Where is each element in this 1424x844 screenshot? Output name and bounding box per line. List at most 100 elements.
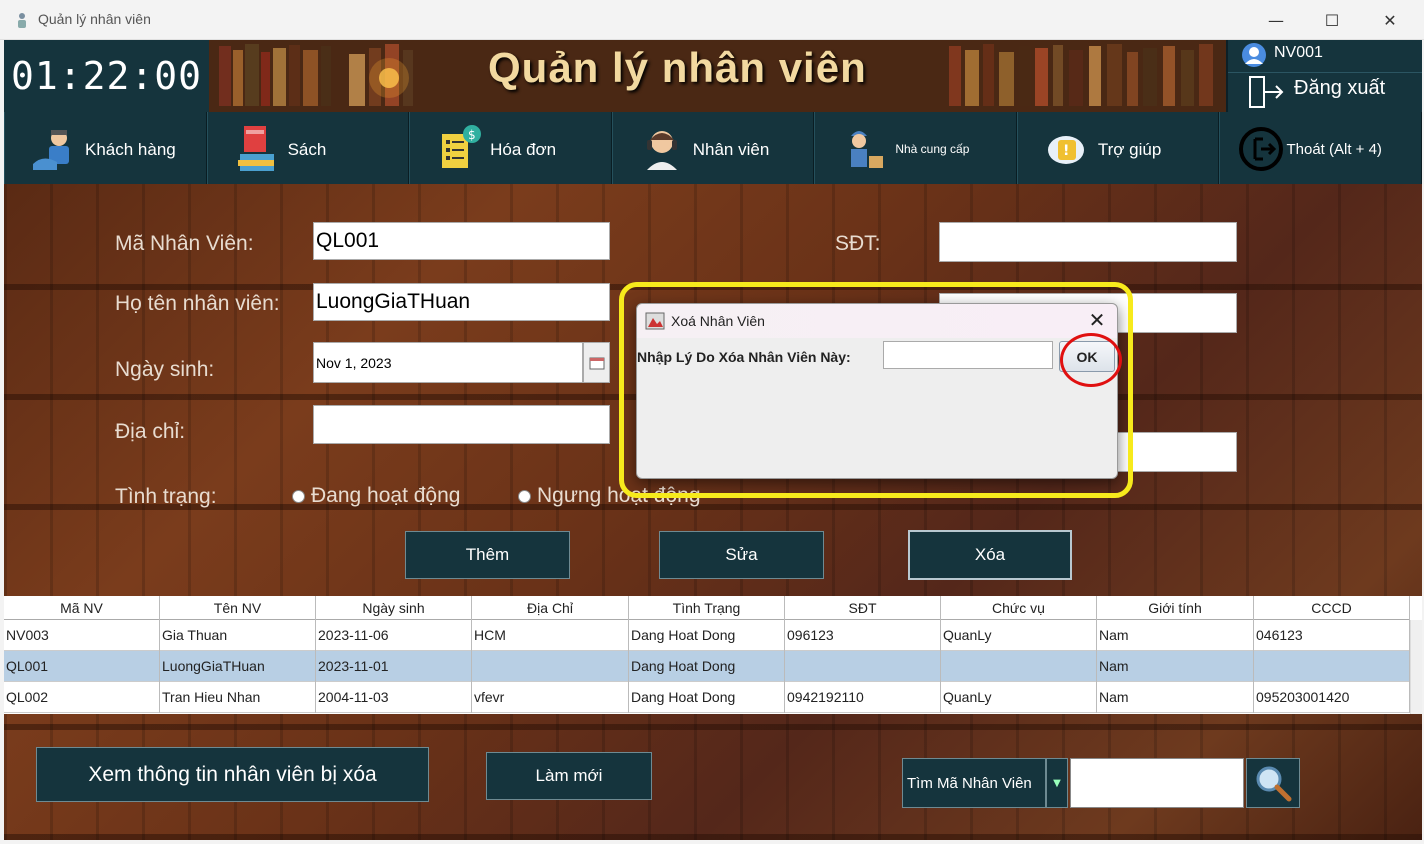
table-cell: QuanLy <box>941 682 1097 713</box>
employee-icon <box>646 131 677 170</box>
table-cell: Nam <box>1097 620 1254 651</box>
column-header[interactable]: Mã NV <box>4 596 160 620</box>
svg-text:!: ! <box>1063 143 1069 159</box>
logout-label: Đăng xuất <box>1294 77 1386 99</box>
table-cell: 2023-11-06 <box>316 620 472 651</box>
table-cell: Dang Hoat Dong <box>629 651 785 682</box>
sdt-input[interactable] <box>939 222 1237 262</box>
ho-ten-label: Họ tên nhân viên: <box>115 292 280 315</box>
chevron-down-icon[interactable]: ▼ <box>1046 758 1068 808</box>
table-cell: Gia Thuan <box>160 620 316 651</box>
add-button[interactable]: Thêm <box>405 531 570 579</box>
table-cell: Dang Hoat Dong <box>629 620 785 651</box>
menu-label: Khách hàng <box>85 140 176 159</box>
search-type-select[interactable]: Tìm Mã Nhân Viên <box>902 758 1046 808</box>
table-cell <box>472 651 629 682</box>
dialog-titlebar: Xoá Nhân Viên <box>637 304 1117 338</box>
dia-chi-input[interactable] <box>313 405 610 444</box>
maximize-button[interactable]: ☐ <box>1304 0 1360 40</box>
column-header[interactable]: CCCD <box>1254 596 1410 620</box>
java-app-icon <box>645 312 665 330</box>
table-cell: 0942192110 <box>785 682 941 713</box>
column-header[interactable]: Giới tính <box>1097 596 1254 620</box>
window-titlebar: Quản lý nhân viên — ☐ ✕ <box>0 0 1424 40</box>
menu-item-tro-giup[interactable]: ! Trợ giúp <box>1016 112 1220 184</box>
dialog-prompt: Nhập Lý Do Xóa Nhân Viên Này: <box>637 349 851 365</box>
main-menu: Khách hàng Sách $ Hóa đơn Nhân viên Nhà … <box>4 112 1423 184</box>
table-cell: QuanLy <box>941 620 1097 651</box>
menu-label: Nhân viên <box>692 140 770 159</box>
status-inactive-radio[interactable]: Ngưng hoạt động <box>518 484 701 508</box>
column-header[interactable]: Chức vụ <box>941 596 1097 620</box>
table-cell: NV003 <box>4 620 160 651</box>
table-row-selected[interactable]: QL001 LuongGiaTHuan 2023-11-01 Dang Hoat… <box>4 651 1410 682</box>
refresh-button[interactable]: Làm mới <box>486 752 652 800</box>
column-header[interactable]: Tình Trạng <box>629 596 785 620</box>
table-cell: 2004-11-03 <box>316 682 472 713</box>
table-cell: Tran Hieu Nhan <box>160 682 316 713</box>
status-active-label: Đang hoạt động <box>311 484 461 507</box>
delete-button[interactable]: Xóa <box>908 530 1072 580</box>
books-icon <box>237 126 274 171</box>
ho-ten-input[interactable]: LuongGiaTHuan <box>313 283 610 321</box>
edit-button[interactable]: Sửa <box>659 531 824 579</box>
menu-item-khach-hang[interactable]: Khách hàng <box>4 112 207 184</box>
table-cell: 2023-11-01 <box>316 651 472 682</box>
menu-item-hoa-don[interactable]: $ Hóa đơn <box>409 112 612 184</box>
radio-dot <box>292 489 305 503</box>
column-header[interactable]: Địa Chỉ <box>472 596 629 620</box>
menu-item-thoat[interactable]: Thoát (Alt + 4) <box>1219 112 1423 184</box>
ok-button[interactable]: OK <box>1059 341 1115 372</box>
table-cell: 046123 <box>1254 620 1410 651</box>
column-header[interactable]: SĐT <box>785 596 941 620</box>
menu-item-sach[interactable]: Sách <box>206 112 410 184</box>
tinh-trang-label: Tình trạng: <box>115 485 217 508</box>
delete-reason-input[interactable] <box>883 341 1053 369</box>
window-title: Quản lý nhân viên <box>38 11 151 27</box>
sdt-label: SĐT: <box>835 232 881 255</box>
table-cell <box>785 651 941 682</box>
menu-item-nha-cung-cap[interactable]: Nhà cung cấp <box>814 112 1017 184</box>
menu-label: Sách <box>287 140 327 159</box>
header-banner: 01:22:00 Quản lý nhân viên NV001 Đăng xu… <box>4 40 1422 112</box>
menu-label: Hóa đơn <box>490 140 557 159</box>
radio-dot <box>518 489 531 503</box>
table-cell: 096123 <box>785 620 941 651</box>
menu-label: Nhà cung cấp <box>895 142 970 156</box>
column-header[interactable]: Ngày sinh <box>316 596 472 620</box>
status-active-radio[interactable]: Đang hoạt động <box>292 484 460 508</box>
user-avatar-icon <box>1242 43 1266 67</box>
employee-table: Mã NV Tên NV Ngày sinh Địa Chỉ Tình Trạn… <box>4 596 1422 714</box>
table-row[interactable]: NV003 Gia Thuan 2023-11-06 HCM Dang Hoat… <box>4 620 1410 651</box>
table-cell: LuongGiaTHuan <box>160 651 316 682</box>
table-row[interactable]: QL002 Tran Hieu Nhan 2004-11-03 vfevr Da… <box>4 682 1410 713</box>
table-cell: 095203001420 <box>1254 682 1410 713</box>
dia-chi-label: Địa chỉ: <box>115 420 186 443</box>
search-input[interactable] <box>1070 758 1244 808</box>
search-button[interactable] <box>1246 758 1300 808</box>
app-title: Quản lý nhân viên <box>488 44 867 91</box>
supplier-icon <box>851 131 884 168</box>
logout-button[interactable]: Đăng xuất <box>1228 72 1422 110</box>
ngay-sinh-label: Ngày sinh: <box>115 358 215 381</box>
menu-item-nhan-vien[interactable]: Nhân viên <box>611 112 815 184</box>
ngay-sinh-input[interactable]: Nov 1, 2023 <box>313 342 583 383</box>
view-deleted-button[interactable]: Xem thông tin nhân viên bị xóa <box>36 747 429 802</box>
status-inactive-label: Ngưng hoạt động <box>537 484 701 507</box>
ma-nhan-vien-input[interactable]: QL001 <box>313 222 610 260</box>
table-cell: QL002 <box>4 682 160 713</box>
calendar-button[interactable] <box>583 342 610 383</box>
help-icon: ! <box>1047 136 1084 164</box>
close-button[interactable]: ✕ <box>1362 0 1418 40</box>
column-header[interactable]: Tên NV <box>160 596 316 620</box>
user-id: NV001 <box>1274 44 1323 61</box>
table-cell: vfevr <box>472 682 629 713</box>
search-icon <box>1256 766 1292 802</box>
ma-nhan-vien-label: Mã Nhân Viên: <box>115 232 254 255</box>
clock: 01:22:00 <box>4 40 209 112</box>
table-scrollbar[interactable] <box>1410 620 1422 714</box>
user-panel: NV001 Đăng xuất <box>1226 40 1422 112</box>
table-cell: Nam <box>1097 682 1254 713</box>
minimize-button[interactable]: — <box>1248 0 1304 40</box>
dialog-close-button[interactable]: ✕ <box>1085 310 1109 332</box>
